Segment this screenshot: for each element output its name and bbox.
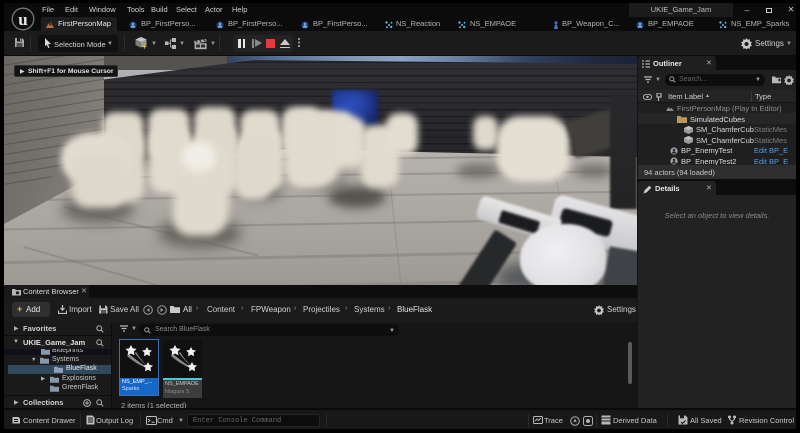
svg-text:u: u — [18, 10, 27, 29]
